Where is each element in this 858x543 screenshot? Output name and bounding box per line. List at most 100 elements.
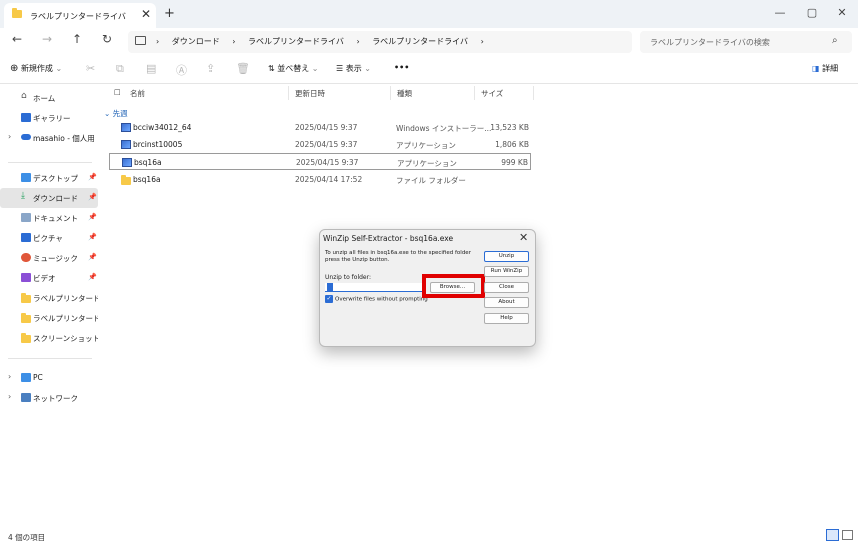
- about-button[interactable]: About: [484, 297, 529, 308]
- sidebar-item-pictures[interactable]: ピクチャ 📌: [0, 228, 98, 248]
- close-window-button[interactable]: ✕: [832, 6, 852, 19]
- unzip-button[interactable]: Unzip: [484, 251, 529, 262]
- select-all-checkbox[interactable]: ☐: [114, 88, 121, 97]
- search-icon: ⌕: [832, 35, 838, 46]
- sidebar-item-folder-2[interactable]: ラベルプリンタードライバ: [0, 308, 98, 328]
- sidebar-item-documents[interactable]: ドキュメント 📌: [0, 208, 98, 228]
- sidebar-item-screenshots[interactable]: スクリーンショット: [0, 328, 98, 348]
- sidebar-item-label: デスクトップ: [33, 174, 78, 183]
- chevron-right-icon[interactable]: ›: [8, 392, 11, 401]
- refresh-button[interactable]: ↻: [98, 32, 116, 46]
- tab-current[interactable]: ラベルプリンタードライバ ✕: [4, 3, 156, 28]
- breadcrumb-separator: ›: [356, 37, 360, 46]
- cut-icon[interactable]: ✂: [86, 62, 95, 75]
- cloud-icon: [21, 134, 31, 140]
- forward-button[interactable]: →: [38, 32, 56, 46]
- breadcrumb-separator: ›: [480, 37, 484, 46]
- file-size: 1,806 KB: [495, 140, 529, 149]
- file-size: 999 KB: [501, 158, 528, 167]
- column-divider[interactable]: [474, 86, 475, 100]
- rename-icon[interactable]: Ⓐ: [176, 62, 187, 78]
- breadcrumb-item-downloads[interactable]: ダウンロード: [172, 37, 220, 46]
- folder-icon: [21, 313, 31, 323]
- sidebar-item-network[interactable]: › ネットワーク: [0, 388, 98, 408]
- sort-button-label: 並べ替え: [277, 64, 310, 73]
- pin-icon: 📌: [88, 173, 97, 181]
- file-date: 2025/04/15 9:37: [295, 140, 358, 149]
- more-options-button[interactable]: •••: [394, 63, 409, 72]
- minimize-button[interactable]: —: [770, 6, 790, 19]
- new-tab-button[interactable]: +: [164, 6, 175, 21]
- column-divider[interactable]: [390, 86, 391, 100]
- sidebar-item-onedrive[interactable]: › masahio - 個人用: [0, 128, 98, 148]
- column-divider[interactable]: [288, 86, 289, 100]
- search-input[interactable]: ラベルプリンタードライバの検索 ⌕: [640, 31, 852, 53]
- up-button[interactable]: ↑: [68, 32, 86, 46]
- column-header-date[interactable]: 更新日時: [295, 88, 325, 99]
- unzip-folder-value: [327, 283, 333, 291]
- unzip-folder-input[interactable]: [325, 283, 425, 292]
- file-row[interactable]: brcinst10005 2025/04/15 9:37 アプリケーション 1,…: [109, 136, 531, 153]
- file-row[interactable]: bsq16a 2025/04/14 17:52 ファイル フォルダー: [109, 171, 531, 188]
- paste-icon[interactable]: ▤: [146, 62, 156, 75]
- search-placeholder: ラベルプリンタードライバの検索: [650, 38, 770, 47]
- network-icon: [21, 393, 31, 402]
- details-pane-button[interactable]: ◨ 詳細: [812, 63, 838, 74]
- copy-icon[interactable]: ⧉: [116, 62, 124, 76]
- chevron-down-icon: ⌄: [364, 64, 371, 73]
- back-button[interactable]: ←: [8, 32, 26, 46]
- file-date: 2025/04/14 17:52: [295, 175, 363, 184]
- maximize-button[interactable]: ▢: [802, 6, 822, 19]
- application-icon: [122, 158, 132, 167]
- help-button[interactable]: Help: [484, 313, 529, 324]
- details-label: 詳細: [822, 64, 839, 73]
- file-row[interactable]: bcciw34012_64 2025/04/15 9:37 Windows イン…: [109, 119, 531, 136]
- file-type: ファイル フォルダー: [396, 176, 466, 185]
- breadcrumb-item-current[interactable]: ラベルプリンタードライバ: [372, 37, 468, 46]
- pin-icon: 📌: [88, 193, 97, 201]
- view-button-label: 表示: [345, 64, 362, 73]
- new-button[interactable]: ⊕ 新規作成 ⌄: [10, 63, 62, 74]
- chevron-right-icon[interactable]: ›: [8, 372, 11, 381]
- sidebar-item-music[interactable]: ミュージック 📌: [0, 248, 98, 268]
- view-button[interactable]: ☰ 表示 ⌄: [336, 63, 371, 74]
- close-button[interactable]: Close: [484, 282, 529, 293]
- file-size: 13,523 KB: [490, 123, 529, 132]
- sort-button[interactable]: ⇅ 並べ替え ⌄: [268, 63, 319, 74]
- title-bar: ラベルプリンタードライバ ✕ + — ▢ ✕: [0, 0, 858, 28]
- sidebar-item-label: ドキュメント: [33, 214, 78, 223]
- sidebar-item-gallery[interactable]: ギャラリー: [0, 108, 98, 128]
- sidebar-item-label: ラベルプリンタードライバ: [33, 294, 98, 303]
- group-header[interactable]: ⌄ 先週: [104, 108, 128, 119]
- column-divider[interactable]: [533, 86, 534, 100]
- delete-icon[interactable]: 🗑: [236, 62, 250, 75]
- sidebar-item-downloads[interactable]: ⤓ ダウンロード 📌: [0, 188, 98, 208]
- share-icon[interactable]: ⇪: [206, 62, 215, 75]
- overwrite-label: Overwrite files without prompting: [335, 296, 428, 303]
- sidebar-item-desktop[interactable]: デスクトップ 📌: [0, 168, 98, 188]
- column-header-name[interactable]: 名前: [130, 88, 145, 99]
- run-winzip-button[interactable]: Run WinZip: [484, 266, 529, 277]
- overwrite-checkbox[interactable]: ✓ Overwrite files without prompting: [325, 295, 428, 303]
- tab-close-icon[interactable]: ✕: [138, 7, 154, 21]
- details-view-icon[interactable]: [826, 529, 839, 541]
- chevron-right-icon[interactable]: ›: [8, 132, 11, 141]
- file-type: アプリケーション: [397, 159, 457, 168]
- sidebar-item-pc[interactable]: › PC: [0, 368, 98, 388]
- sidebar-item-label: masahio - 個人用: [33, 134, 95, 143]
- sidebar-item-label: PC: [33, 373, 43, 382]
- close-icon[interactable]: ✕: [519, 231, 528, 244]
- breadcrumb-item-folder[interactable]: ラベルプリンタードライバ: [248, 37, 344, 46]
- column-header-type[interactable]: 種類: [397, 88, 412, 99]
- group-label: 先週: [112, 109, 128, 118]
- sidebar-item-label: ギャラリー: [33, 114, 71, 123]
- sidebar-item-folder-1[interactable]: ラベルプリンタードライバ: [0, 288, 98, 308]
- tiles-view-icon[interactable]: [842, 530, 853, 540]
- sidebar-item-videos[interactable]: ビデオ 📌: [0, 268, 98, 288]
- file-row[interactable]: bsq16a 2025/04/15 9:37 アプリケーション 999 KB: [109, 153, 531, 170]
- address-bar[interactable]: › ダウンロード › ラベルプリンタードライバ › ラベルプリンタードライバ ›: [128, 31, 632, 53]
- sidebar-item-label: ネットワーク: [33, 394, 78, 403]
- sidebar-item-home[interactable]: ⌂ ホーム: [0, 88, 98, 108]
- column-header-size[interactable]: サイズ: [481, 88, 503, 99]
- document-icon: [21, 213, 31, 222]
